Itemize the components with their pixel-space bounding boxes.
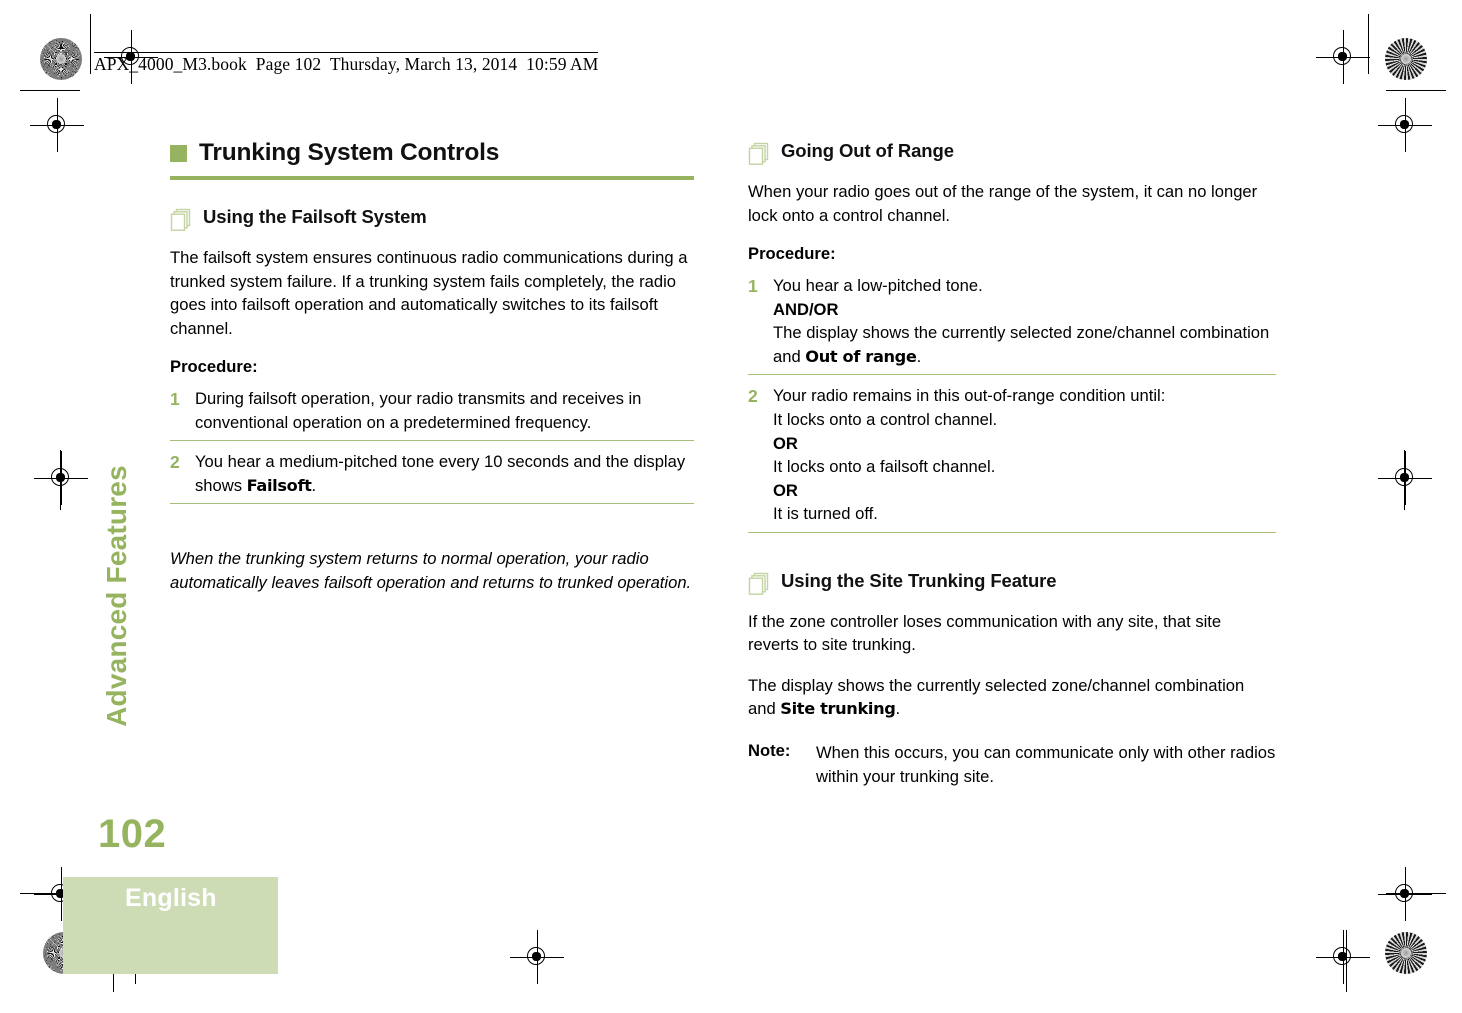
procedure-label: Procedure: [170,357,258,377]
step-text-after: . [311,475,317,495]
step-line: It is turned off. [773,504,878,524]
procedure-steps-list: 1 You hear a low-pitched tone. AND/OR Th… [748,274,1276,533]
registration-target-upper-right [1378,98,1432,152]
radio-display-text: Failsoft [246,475,312,495]
chapter-title: Trunking System Controls [199,139,500,166]
registration-target-bottom-right [1316,930,1370,984]
left-column: Trunking System Controls Using the Fails… [170,139,694,595]
document-page: APX_4000_M3.book Page 102 Thursday, Marc… [0,0,1462,1013]
running-head-text: APX_4000_M3.book Page 102 Thursday, Marc… [94,52,599,74]
crop-mark-line [1386,90,1446,91]
section-intro-paragraph: If the zone controller loses communicati… [748,611,1222,655]
step-text: You hear a medium-pitched tone every 10 … [195,450,694,497]
step-text: Your radio remains in this out-of-range … [773,384,1276,525]
crop-mark-line [90,14,91,74]
section-title: Using the Failsoft System [203,205,427,227]
procedure-step: 2 You hear a medium-pitched tone every 1… [170,450,694,505]
radio-display-text: Out of range [805,346,917,366]
registration-target-lower-right [1378,867,1432,921]
step-number: 2 [170,452,180,473]
step-line-after: . [916,346,922,366]
step-line: You hear a low-pitched tone. [773,276,983,296]
registration-starburst-top-right [1385,38,1427,80]
registration-starburst-top-left [40,38,82,80]
registration-target-mid-left [34,451,88,505]
paragraph-text-after: . [895,699,901,719]
step-text: During failsoft operation, your radio tr… [195,389,642,432]
procedure-step: 2 Your radio remains in this out-of-rang… [748,384,1276,533]
procedure-step: 1 You hear a low-pitched tone. AND/OR Th… [748,274,1276,376]
registration-target-mid-right [1378,451,1432,505]
section-paragraph-display: The display shows the currently selected… [748,674,1276,721]
stacked-pages-icon [748,142,770,166]
note-text: When this occurs, you can communicate on… [816,743,1276,786]
crop-mark-line [1368,14,1369,74]
section-title: Going Out of Range [781,140,954,161]
note-label: Note: [748,741,791,760]
step-number: 1 [170,389,180,410]
step-conjunction: OR [773,433,798,453]
registration-target-bottom-center [510,930,564,984]
step-conjunction: AND/OR [773,299,839,319]
crop-mark-line [20,90,80,91]
step-text: You hear a low-pitched tone. AND/OR The … [773,274,1276,368]
step-line: Your radio remains in this out-of-range … [773,386,1166,406]
radio-display-text: Site trunking [780,699,896,719]
page-number: 102 [98,812,167,856]
closing-italic-note: When the trunking system returns to norm… [170,549,692,592]
chapter-rule [170,175,694,180]
registration-target-upper-left [30,98,84,152]
language-label: English [125,884,217,912]
note-block: Note: When this occurs, you can communic… [748,741,1276,788]
stacked-pages-icon [170,208,192,232]
step-line: It locks onto a control channel. [773,409,998,429]
section-heading-going-out-of-range: Going Out of Range [748,140,1276,166]
procedure-label: Procedure: [748,244,836,264]
chapter-heading: Trunking System Controls [170,139,694,167]
step-conjunction: OR [773,480,798,500]
chapter-bullet-icon [170,144,187,162]
registration-starburst-bottom-right [1385,932,1427,974]
step-number: 2 [748,386,758,407]
section-heading-site-trunking: Using the Site Trunking Feature [748,570,1276,596]
step-line: It locks onto a failsoft channel. [773,457,996,477]
section-title: Using the Site Trunking Feature [781,569,1057,591]
section-heading-failsoft: Using the Failsoft System [170,206,694,232]
sidebar-chapter-label: Advanced Features [101,465,132,727]
stacked-pages-icon [748,572,770,596]
running-head: APX_4000_M3.book Page 102 Thursday, Marc… [94,52,599,75]
section-intro-paragraph: The failsoft system ensures continuous r… [170,247,688,338]
right-column: Going Out of Range When your radio goes … [748,140,1276,788]
procedure-step: 1 During failsoft operation, your radio … [170,387,694,442]
registration-target-top-right [1316,30,1370,84]
procedure-steps-list: 1 During failsoft operation, your radio … [170,387,694,505]
section-intro-paragraph: When your radio goes out of the range of… [748,182,1258,225]
step-number: 1 [748,276,758,297]
